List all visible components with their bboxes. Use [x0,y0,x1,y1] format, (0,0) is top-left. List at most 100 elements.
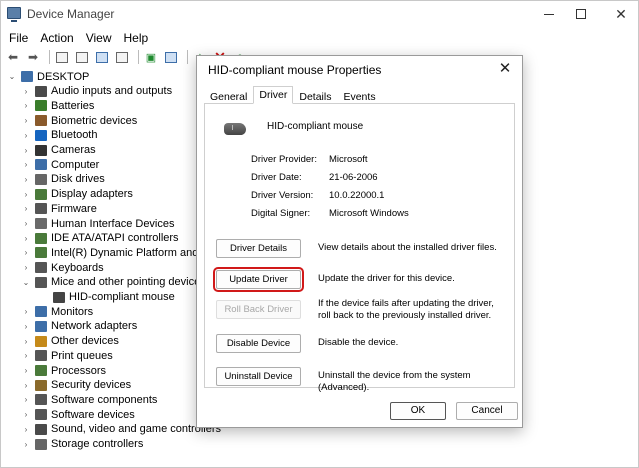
tree-category-item[interactable]: › IDE ATA/ATAPI controllers [21,231,179,246]
platform-icon [35,247,47,259]
driver-details-button[interactable]: Driver Details [216,239,301,258]
dialog-close-button[interactable]: ✕ [496,60,514,78]
ok-button[interactable]: OK [390,402,446,420]
tree-category-item[interactable]: › Firmware [21,201,97,216]
tree-category-item[interactable]: › Security devices [21,378,131,393]
chevron-down-icon[interactable]: ⌄ [21,278,31,287]
menu-view[interactable]: View [80,29,118,47]
chevron-right-icon[interactable]: › [21,87,31,96]
chevron-right-icon[interactable]: › [21,440,31,449]
property-key: Driver Version: [251,190,314,201]
show-hidden-button[interactable] [74,49,90,65]
window-title: Device Manager [27,7,115,21]
chevron-right-icon[interactable]: › [21,131,31,140]
chevron-right-icon[interactable]: › [21,395,31,404]
chevron-down-icon[interactable]: ⌄ [7,72,17,81]
network-icon [35,320,47,332]
tree-root[interactable]: ⌄ DESKTOP [7,69,90,84]
chevron-right-icon[interactable]: › [21,160,31,169]
tree-category-item[interactable]: › Cameras [21,143,96,158]
chevron-right-icon[interactable]: › [21,234,31,243]
minimize-icon [544,13,554,15]
monitor-button[interactable] [163,49,179,65]
chevron-right-icon[interactable]: › [21,425,31,434]
help-button[interactable] [94,49,110,65]
tree-category-item[interactable]: › Display adapters [21,187,133,202]
property-value: 10.0.22000.1 [329,190,385,201]
tree-category-item[interactable]: › Storage controllers [21,437,144,452]
chevron-right-icon[interactable]: › [21,204,31,213]
forward-button[interactable]: ➡ [25,49,41,65]
tree-category-item[interactable]: › Print queues [21,348,113,363]
menu-help[interactable]: Help [118,29,155,47]
chevron-right-icon[interactable]: › [21,116,31,125]
tree-category-item[interactable]: › Human Interface Devices [21,216,175,231]
device-manager-icon [7,7,21,22]
help-icon [96,51,108,63]
ide-icon [35,232,47,244]
uninstall-device-button[interactable]: Uninstall Device [216,367,301,386]
tab-general[interactable]: General [204,88,253,104]
chevron-right-icon[interactable]: › [21,146,31,155]
tree-item-label: Network adapters [51,320,138,333]
tree-category-item[interactable]: › Other devices [21,334,119,349]
tree-category-item[interactable]: › Sound, video and game controllers [21,422,221,437]
tree-category-item[interactable]: › Disk drives [21,172,105,187]
chevron-right-icon[interactable]: › [21,101,31,110]
property-value: 21-06-2006 [329,172,378,183]
tree-category-item[interactable]: › Bluetooth [21,128,98,143]
tree-category-item[interactable]: › Computer [21,157,100,172]
chevron-right-icon[interactable]: › [21,322,31,331]
driver-tab-panel: HID-compliant mouse Driver Provider: Mic… [204,103,515,393]
chevron-right-icon[interactable]: › [21,381,31,390]
chevron-right-icon[interactable]: › [21,175,31,184]
chevron-right-icon[interactable]: › [21,307,31,316]
disable-device-button[interactable]: Disable Device [216,334,301,353]
cancel-button[interactable]: Cancel [456,402,518,420]
disable-device-desc: Disable the device. [318,337,399,348]
tree-category-item[interactable]: › Software components [21,392,158,407]
chevron-right-icon[interactable]: › [21,366,31,375]
tree-category-item[interactable]: › Network adapters [21,319,138,334]
tree-item-label: Software components [51,393,158,406]
chevron-right-icon[interactable]: › [21,190,31,199]
back-button[interactable]: ⬅ [5,49,21,65]
keyboard-icon [35,262,47,274]
chevron-right-icon[interactable]: › [21,248,31,257]
chevron-right-icon[interactable]: › [21,219,31,228]
chevron-right-icon[interactable]: › [21,263,31,272]
menu-file[interactable]: File [1,29,34,47]
tree-category-item[interactable]: ⌄ Mice and other pointing devices [21,275,206,290]
tree-item-label: Bluetooth [51,129,98,142]
tab-driver[interactable]: Driver [253,86,294,104]
grid-button[interactable] [114,49,130,65]
tab-events[interactable]: Events [337,88,381,104]
toolbar-separator [138,50,139,64]
monitor-icon [35,306,47,318]
monitor-icon [165,51,177,63]
processor-icon [35,365,47,376]
scan-hardware-button[interactable]: ▣ [143,49,159,65]
tree-category-item[interactable]: › Audio inputs and outputs [21,84,172,99]
menu-action[interactable]: Action [34,29,79,47]
update-driver-button[interactable]: Update Driver [213,267,304,292]
close-window-button[interactable]: ✕ [601,3,639,25]
tree-category-item[interactable]: › Processors [21,363,106,378]
properties-button[interactable] [54,49,70,65]
tab-details[interactable]: Details [293,88,337,104]
tree-category-item[interactable]: › Monitors [21,304,94,319]
tree-category-item[interactable]: › Intel(R) Dynamic Platform and The [21,245,220,260]
tree-child-item[interactable]: HID-compliant mouse [53,290,175,305]
tree-item-label: Disk drives [51,173,105,186]
tree-item-label: Batteries [51,99,95,112]
tree-category-item[interactable]: › Software devices [21,407,135,422]
tree-category-item[interactable]: › Biometric devices [21,113,138,128]
tree-item-label: Other devices [51,335,119,348]
chevron-right-icon[interactable]: › [21,410,31,419]
chevron-right-icon[interactable]: › [21,351,31,360]
tree-category-item[interactable]: › Keyboards [21,260,104,275]
chevron-right-icon[interactable]: › [21,337,31,346]
tree-category-item[interactable]: › Batteries [21,98,95,113]
maximize-button[interactable] [561,3,601,25]
hid-icon [35,218,47,229]
